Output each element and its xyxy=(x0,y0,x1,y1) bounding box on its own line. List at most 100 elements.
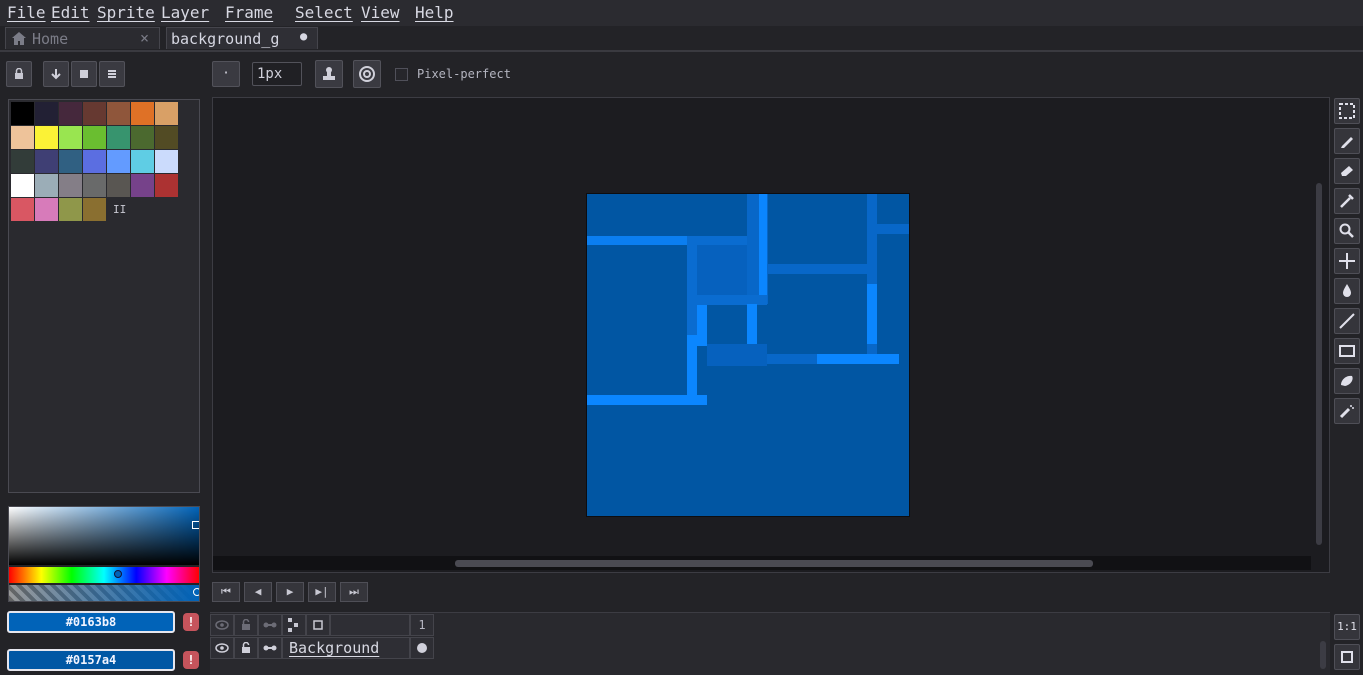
sprite-line xyxy=(587,395,707,405)
palette-resize-handle[interactable]: II xyxy=(113,203,126,216)
palette-swatch[interactable] xyxy=(83,174,106,197)
palette-swatch[interactable] xyxy=(35,126,58,149)
palette-swatch[interactable] xyxy=(131,174,154,197)
palette-swatch[interactable] xyxy=(155,102,178,125)
palette-swatch[interactable] xyxy=(35,150,58,173)
palette-swatch[interactable] xyxy=(35,102,58,125)
lock-palette-button[interactable] xyxy=(6,61,32,87)
foreground-color-button[interactable]: #0163b8 xyxy=(7,611,175,633)
menu-edit[interactable]: Edit xyxy=(51,3,90,22)
palette-swatch[interactable] xyxy=(83,102,106,125)
layer-name[interactable]: Background xyxy=(282,637,410,659)
rectangle-tool[interactable] xyxy=(1334,338,1360,364)
marquee-tool[interactable] xyxy=(1334,98,1360,124)
menu-help[interactable]: Help xyxy=(415,3,454,22)
contour-tool[interactable] xyxy=(1334,368,1360,394)
hue-slider[interactable] xyxy=(9,567,199,583)
layer-continuous-toggle[interactable] xyxy=(258,637,282,659)
menu-view[interactable]: View xyxy=(361,3,400,22)
pixel-perfect-checkbox[interactable] xyxy=(395,68,408,81)
hue-cursor[interactable] xyxy=(114,570,122,578)
color-picker[interactable] xyxy=(8,506,200,602)
zoom-reset-button[interactable]: 1:1 xyxy=(1334,614,1360,640)
fill-tool[interactable] xyxy=(1334,278,1360,304)
lock-header[interactable] xyxy=(234,614,258,636)
horizontal-scrollbar[interactable] xyxy=(455,560,1093,567)
layer-visibility-toggle[interactable] xyxy=(210,637,234,659)
palette-swatch[interactable] xyxy=(59,150,82,173)
palette-swatch[interactable] xyxy=(11,150,34,173)
bg-warning-icon[interactable]: ! xyxy=(183,651,199,669)
pencil-tool[interactable] xyxy=(1334,128,1360,154)
layer-tree-header[interactable] xyxy=(282,614,306,636)
close-icon[interactable]: × xyxy=(140,29,149,47)
ink-button[interactable] xyxy=(315,60,343,88)
palette-swatch[interactable] xyxy=(107,174,130,197)
palette-swatch[interactable] xyxy=(107,126,130,149)
sv-cursor[interactable] xyxy=(192,521,199,529)
palette-swatch[interactable] xyxy=(155,126,178,149)
palette-swatch[interactable] xyxy=(107,102,130,125)
palette-swatch[interactable] xyxy=(11,198,34,221)
brush-type-button[interactable]: · xyxy=(212,61,240,87)
move-tool[interactable] xyxy=(1334,248,1360,274)
modified-dot-icon[interactable]: ● xyxy=(300,29,307,43)
palette-swatch[interactable] xyxy=(11,126,34,149)
timeline-config-button[interactable] xyxy=(1334,644,1360,670)
last-frame-button[interactable]: ⏭ xyxy=(340,582,368,602)
tab-document[interactable]: background_g ● xyxy=(166,27,318,49)
menu-select[interactable]: Select xyxy=(295,3,353,22)
menu-frame[interactable]: Frame xyxy=(225,3,273,22)
zoom-tool[interactable] xyxy=(1334,218,1360,244)
dynamics-button[interactable] xyxy=(353,60,381,88)
frame-number[interactable]: 1 xyxy=(410,614,434,636)
cel-header[interactable] xyxy=(306,614,330,636)
palette-swatch[interactable] xyxy=(35,174,58,197)
palette-swatch[interactable] xyxy=(59,126,82,149)
continuous-header[interactable] xyxy=(258,614,282,636)
palette-swatch[interactable] xyxy=(59,102,82,125)
palette-swatch[interactable] xyxy=(155,174,178,197)
palette-menu-button[interactable] xyxy=(99,61,125,87)
palette-swatch[interactable] xyxy=(83,198,106,221)
alpha-cursor[interactable] xyxy=(193,588,199,596)
menu-layer[interactable]: Layer xyxy=(161,3,209,22)
visibility-header[interactable] xyxy=(210,614,234,636)
tab-home[interactable]: Home × xyxy=(5,27,160,49)
play-button[interactable]: ▶ xyxy=(276,582,304,602)
menu-file[interactable]: File xyxy=(7,3,46,22)
palette-swatch[interactable] xyxy=(59,174,82,197)
layer-lock-toggle[interactable] xyxy=(234,637,258,659)
sprite-canvas[interactable] xyxy=(586,193,910,517)
palette-swatch[interactable] xyxy=(155,150,178,173)
alpha-slider[interactable] xyxy=(9,585,199,601)
menu-sprite[interactable]: Sprite xyxy=(97,3,155,22)
blur-tool[interactable] xyxy=(1334,398,1360,424)
palette-swatch[interactable] xyxy=(131,102,154,125)
palette-swatch[interactable] xyxy=(107,150,130,173)
palette-swatch[interactable] xyxy=(11,102,34,125)
saturation-value-box[interactable] xyxy=(9,507,199,565)
brush-size-field[interactable]: 1px xyxy=(252,62,302,86)
palette-swatch[interactable] xyxy=(83,150,106,173)
palette-save-button[interactable] xyxy=(71,61,97,87)
timeline-scrollbar[interactable] xyxy=(1320,641,1326,669)
line-tool[interactable] xyxy=(1334,308,1360,334)
palette-swatch[interactable] xyxy=(131,150,154,173)
palette-swatch[interactable] xyxy=(59,198,82,221)
eraser-tool[interactable] xyxy=(1334,158,1360,184)
eyedropper-tool[interactable] xyxy=(1334,188,1360,214)
palette-swatch[interactable] xyxy=(11,174,34,197)
palette-swatch[interactable] xyxy=(131,126,154,149)
next-frame-button[interactable]: ▶| xyxy=(308,582,336,602)
background-color-button[interactable]: #0157a4 xyxy=(7,649,175,671)
palette-swatch[interactable] xyxy=(83,126,106,149)
vertical-scrollbar[interactable] xyxy=(1316,183,1322,545)
previous-frame-button[interactable]: ◀ xyxy=(244,582,272,602)
lock-icon xyxy=(15,67,23,79)
first-frame-button[interactable]: ⏮ xyxy=(212,582,240,602)
palette-swatch[interactable] xyxy=(35,198,58,221)
cel-frame-1[interactable] xyxy=(410,637,434,659)
fg-warning-icon[interactable]: ! xyxy=(183,613,199,631)
palette-down-button[interactable] xyxy=(43,61,69,87)
